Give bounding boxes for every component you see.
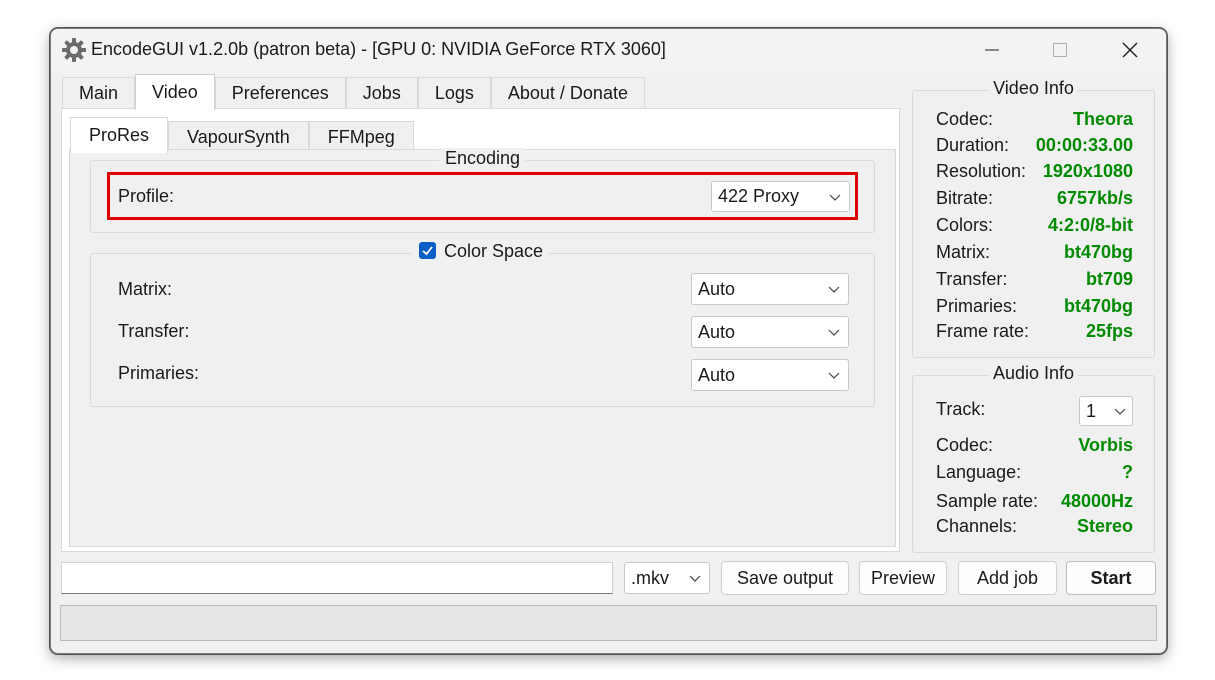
container-select[interactable]: .mkv — [624, 562, 710, 594]
checkmark-icon — [422, 246, 433, 256]
resolution-value: 1920x1080 — [1042, 161, 1133, 181]
video-codec-label: Codec: — [936, 109, 994, 129]
minimize-icon — [985, 49, 999, 51]
chevron-down-icon — [828, 372, 840, 379]
close-button[interactable] — [1115, 37, 1145, 63]
video-info-title: Video Info — [989, 78, 1078, 98]
info-primaries-value: bt470bg — [1063, 296, 1133, 316]
preview-button[interactable]: Preview — [859, 561, 947, 595]
profile-select[interactable]: 422 Proxy — [711, 181, 850, 212]
language-label: Language: — [936, 462, 1022, 482]
tab-preferences[interactable]: Preferences — [214, 77, 346, 109]
add-job-button[interactable]: Add job — [958, 561, 1057, 595]
profile-select-value: 422 Proxy — [718, 186, 800, 206]
maximize-icon — [1053, 43, 1067, 57]
frame-rate-value: 25fps — [1085, 321, 1133, 341]
tab-about-donate[interactable]: About / Donate — [490, 77, 645, 109]
profile-label: Profile: — [118, 186, 175, 206]
chevron-down-icon — [689, 575, 701, 582]
main-tab-bar: Main Video Preferences Jobs Logs About /… — [62, 74, 645, 110]
close-icon — [1122, 42, 1138, 58]
audio-info-group: Audio Info Track: 1 Codec: Vorbis Languag… — [912, 363, 1155, 553]
tab-jobs[interactable]: Jobs — [345, 77, 418, 109]
output-path-input[interactable] — [61, 562, 613, 594]
language-value: ? — [1122, 462, 1133, 482]
chevron-down-icon — [828, 286, 840, 293]
primaries-select-value: Auto — [698, 364, 736, 385]
matrix-select[interactable]: Auto — [691, 273, 849, 305]
gear-icon — [61, 37, 87, 63]
audio-info-title: Audio Info — [988, 363, 1079, 383]
sub-tab-bar: ProRes VapourSynth FFMpeg — [70, 117, 414, 153]
colors-label: Colors: — [936, 215, 994, 235]
container-select-value: .mkv — [631, 567, 669, 588]
prores-panel: Encoding Profile: 422 Proxy Color Space … — [69, 148, 896, 547]
video-info-group: Video Info Codec: Theora Duration: 00:00:3… — [912, 78, 1155, 358]
maximize-button[interactable] — [1045, 37, 1075, 63]
sample-rate-label: Sample rate: — [936, 491, 1039, 511]
info-matrix-value: bt470bg — [1063, 242, 1133, 262]
transfer-label: Transfer: — [118, 321, 190, 341]
channels-value: Stereo — [1076, 516, 1133, 536]
track-select[interactable]: 1 — [1079, 396, 1133, 426]
encoding-group-title: Encoding — [439, 148, 527, 169]
progress-bar — [60, 605, 1157, 641]
tab-logs[interactable]: Logs — [417, 77, 491, 109]
info-matrix-label: Matrix: — [936, 242, 990, 262]
duration-value: 00:00:33.00 — [1035, 135, 1133, 155]
colors-value: 4:2:0/8-bit — [1047, 215, 1133, 235]
save-output-button[interactable]: Save output — [721, 561, 849, 595]
audio-codec-label: Codec: — [936, 435, 994, 455]
primaries-label: Primaries: — [118, 363, 200, 383]
channels-label: Channels: — [936, 516, 1018, 536]
app-window: EncodeGUI v1.2.0b (patron beta) - [GPU 0… — [50, 28, 1167, 654]
tab-video[interactable]: Video — [135, 74, 215, 110]
info-transfer-value: bt709 — [1085, 269, 1133, 289]
track-select-value: 1 — [1086, 400, 1097, 421]
subtab-prores[interactable]: ProRes — [70, 117, 169, 153]
chevron-down-icon — [829, 194, 841, 201]
frame-rate-label: Frame rate: — [936, 321, 1030, 341]
tab-main[interactable]: Main — [62, 77, 136, 109]
start-button[interactable]: Start — [1066, 561, 1156, 595]
video-tab-panel: ProRes VapourSynth FFMpeg Encoding Profi… — [61, 108, 900, 552]
info-primaries-label: Primaries: — [936, 296, 1018, 316]
bitrate-value: 6757kb/s — [1056, 188, 1133, 208]
color-space-label: Color Space — [444, 241, 544, 261]
matrix-select-value: Auto — [698, 278, 736, 299]
color-space-checkbox[interactable] — [419, 242, 436, 259]
primaries-select[interactable]: Auto — [691, 359, 849, 391]
duration-label: Duration: — [936, 135, 1010, 155]
track-label: Track: — [936, 399, 986, 419]
audio-codec-value: Vorbis — [1078, 435, 1133, 455]
resolution-label: Resolution: — [936, 161, 1027, 181]
color-space-group-title[interactable]: Color Space — [411, 241, 550, 262]
transfer-select-value: Auto — [698, 321, 736, 342]
sample-rate-value: 48000Hz — [1060, 491, 1133, 511]
title-bar[interactable]: EncodeGUI v1.2.0b (patron beta) - [GPU 0… — [51, 29, 1166, 73]
chevron-down-icon — [1114, 408, 1126, 415]
transfer-select[interactable]: Auto — [691, 316, 849, 348]
chevron-down-icon — [828, 329, 840, 336]
matrix-label: Matrix: — [118, 279, 172, 299]
info-transfer-label: Transfer: — [936, 269, 1008, 289]
video-codec-value: Theora — [1072, 109, 1133, 129]
bitrate-label: Bitrate: — [936, 188, 994, 208]
minimize-button[interactable] — [977, 37, 1007, 63]
window-title: EncodeGUI v1.2.0b (patron beta) - [GPU 0… — [91, 39, 666, 59]
